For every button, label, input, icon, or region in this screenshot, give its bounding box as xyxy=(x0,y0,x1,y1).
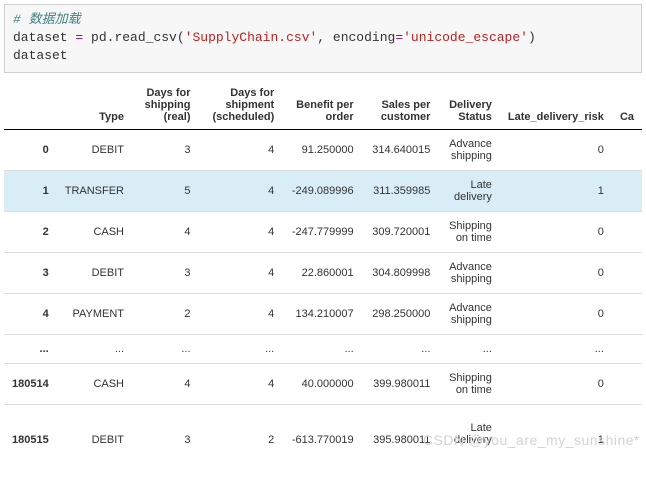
table-row: 180514 CASH 4 4 40.000000 399.980011 Shi… xyxy=(4,363,642,404)
table-row: 2 CASH 4 4 -247.779999 309.720001 Shippi… xyxy=(4,211,642,252)
code-line-2: dataset xyxy=(13,47,633,65)
table-row: 4 PAYMENT 2 4 134.210007 298.250000 Adva… xyxy=(4,293,642,334)
col-type: Type xyxy=(57,81,132,130)
ellipsis-row: ... ... ... ... ... ... ... ... xyxy=(4,334,642,363)
table-row: 3 DEBIT 3 4 22.860001 304.809998 Advance… xyxy=(4,252,642,293)
col-delivery: Delivery Status xyxy=(438,81,500,130)
table-row: 180515 DEBIT 3 2 -613.770019 395.980011 … xyxy=(4,404,642,454)
col-days-real: Days for shipping (real) xyxy=(132,81,199,130)
code-comment: # 数据加载 xyxy=(13,11,633,29)
code-cell: # 数据加载 dataset = pd.read_csv('SupplyChai… xyxy=(4,4,642,73)
table-row-selected: 1 TRANSFER 5 4 -249.089996 311.359985 La… xyxy=(4,170,642,211)
col-partial: Ca xyxy=(612,81,642,130)
code-line-1: dataset = pd.read_csv('SupplyChain.csv',… xyxy=(13,29,633,47)
dataframe-table: Type Days for shipping (real) Days for s… xyxy=(4,81,642,455)
dataframe-output: Type Days for shipping (real) Days for s… xyxy=(0,77,646,459)
header-row: Type Days for shipping (real) Days for s… xyxy=(4,81,642,130)
col-days-sched: Days for shipment (scheduled) xyxy=(199,81,283,130)
col-late-risk: Late_delivery_risk xyxy=(500,81,612,130)
col-index xyxy=(4,81,57,130)
col-benefit: Benefit per order xyxy=(282,81,361,130)
table-row: 0 DEBIT 3 4 91.250000 314.640015 Advance… xyxy=(4,129,642,170)
col-sales: Sales per customer xyxy=(362,81,439,130)
